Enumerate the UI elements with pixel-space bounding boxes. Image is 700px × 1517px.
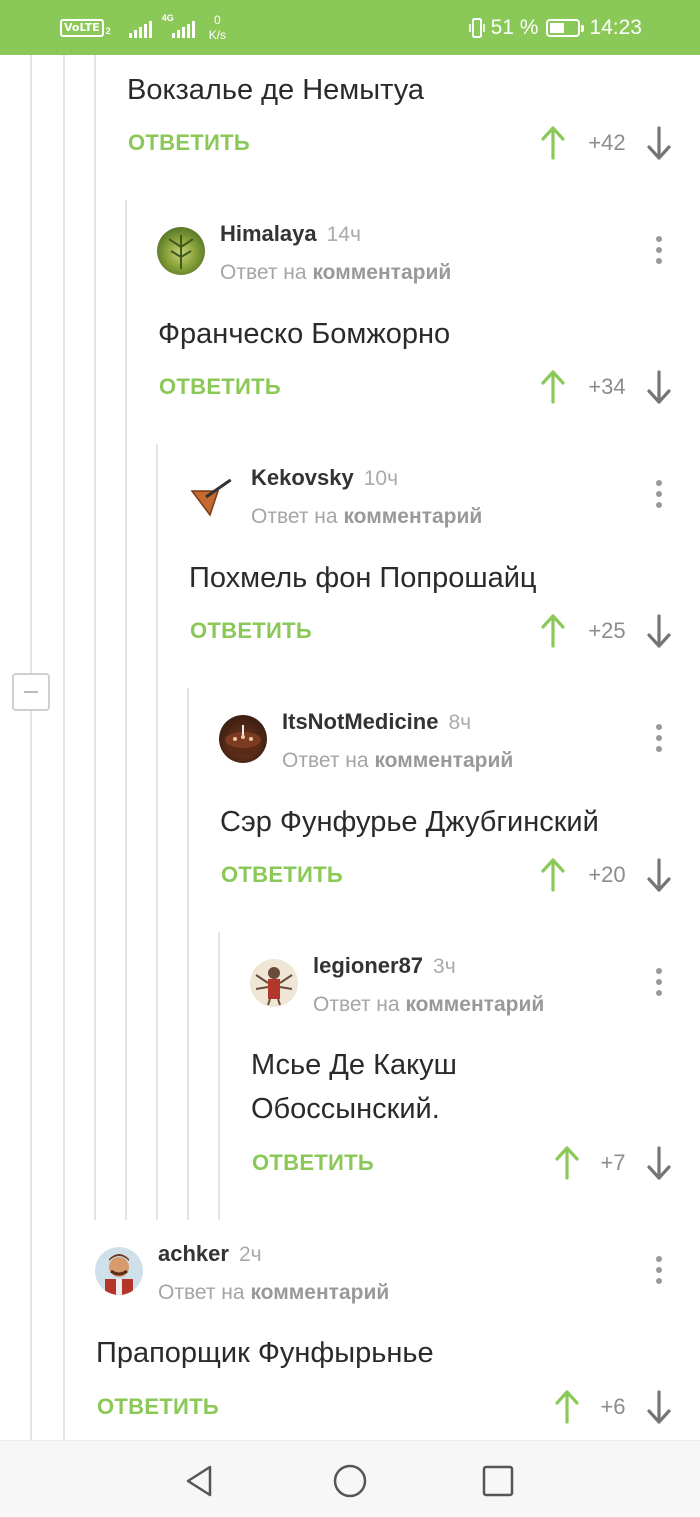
status-bar: VoLTE 2 4G 0 K/s 51 % 14:23 bbox=[0, 0, 700, 55]
thread-line bbox=[30, 55, 32, 673]
status-right: 51 % 14:23 bbox=[468, 14, 642, 42]
avatar[interactable] bbox=[219, 715, 267, 763]
more-icon[interactable] bbox=[654, 1256, 664, 1286]
network-speed: 0 K/s bbox=[208, 13, 227, 42]
comment-text: Мсье Де Какуш Обоссынский. bbox=[251, 1049, 457, 1125]
downvote-icon[interactable] bbox=[646, 370, 672, 404]
score: +6 bbox=[600, 1394, 626, 1419]
more-icon[interactable] bbox=[654, 236, 664, 266]
comment-time: 10ч bbox=[363, 467, 399, 490]
comment-time: 14ч bbox=[326, 223, 361, 246]
upvote-icon[interactable] bbox=[540, 614, 566, 648]
reply-button[interactable]: ОТВЕТИТЬ bbox=[252, 1150, 374, 1176]
navigation-bar bbox=[0, 1440, 700, 1517]
score: +42 bbox=[588, 130, 626, 155]
downvote-icon[interactable] bbox=[646, 1390, 672, 1424]
more-icon[interactable] bbox=[654, 968, 664, 998]
thread-line bbox=[218, 932, 220, 1220]
reply-to[interactable]: Ответ на комментарий bbox=[282, 749, 513, 773]
comment-text: Вокзалье де Немытуа bbox=[127, 74, 424, 106]
comment-text: Похмель фон Попрошайц bbox=[189, 562, 537, 594]
home-icon[interactable] bbox=[330, 1461, 370, 1501]
thread-line bbox=[125, 200, 127, 1220]
upvote-icon[interactable] bbox=[540, 858, 566, 892]
avatar[interactable] bbox=[157, 227, 205, 275]
upvote-icon[interactable] bbox=[540, 126, 566, 160]
score: +7 bbox=[600, 1150, 626, 1175]
comment-time: 8ч bbox=[448, 711, 472, 734]
more-icon[interactable] bbox=[654, 480, 664, 510]
thread-line bbox=[94, 55, 96, 1220]
upvote-icon[interactable] bbox=[554, 1390, 580, 1424]
score: +20 bbox=[588, 862, 626, 887]
reply-button[interactable]: ОТВЕТИТЬ bbox=[97, 1394, 219, 1420]
reply-button[interactable]: ОТВЕТИТЬ bbox=[221, 862, 343, 888]
upvote-icon[interactable] bbox=[540, 370, 566, 404]
downvote-icon[interactable] bbox=[646, 614, 672, 648]
username[interactable]: Kekovsky 10ч bbox=[251, 465, 398, 491]
back-icon[interactable] bbox=[180, 1461, 220, 1501]
recents-icon[interactable] bbox=[478, 1461, 518, 1501]
reply-button[interactable]: ОТВЕТИТЬ bbox=[128, 130, 250, 156]
reply-to[interactable]: Ответ на комментарий bbox=[220, 261, 451, 285]
upvote-icon[interactable] bbox=[554, 1146, 580, 1180]
score: +34 bbox=[588, 374, 626, 399]
avatar[interactable] bbox=[188, 471, 236, 519]
network-type: 4G bbox=[161, 13, 174, 23]
reply-to[interactable]: Ответ на комментарий bbox=[158, 1281, 389, 1305]
avatar[interactable] bbox=[250, 959, 298, 1007]
signal-icon-2 bbox=[171, 18, 197, 38]
score: +25 bbox=[588, 618, 626, 643]
comment-text: Прапорщик Фунфырьнье bbox=[96, 1337, 434, 1369]
clock: 14:23 bbox=[589, 16, 642, 39]
thread-line bbox=[187, 688, 189, 1220]
signal-icon bbox=[128, 18, 154, 38]
comment-time: 2ч bbox=[238, 1243, 262, 1266]
volte-icon: VoLTE bbox=[60, 19, 104, 37]
battery-percent: 51 % bbox=[490, 16, 539, 39]
collapse-icon[interactable] bbox=[12, 673, 50, 711]
reply-to[interactable]: Ответ на комментарий bbox=[313, 993, 544, 1017]
comment-time: 3ч bbox=[433, 955, 456, 978]
reply-button[interactable]: ОТВЕТИТЬ bbox=[190, 618, 312, 644]
comment-text: Сэр Фунфурье Джубгинский bbox=[220, 806, 599, 838]
vibrate-icon bbox=[468, 18, 485, 38]
avatar[interactable] bbox=[95, 1247, 143, 1295]
downvote-icon[interactable] bbox=[646, 1146, 672, 1180]
downvote-icon[interactable] bbox=[646, 858, 672, 892]
reply-button[interactable]: ОТВЕТИТЬ bbox=[159, 374, 281, 400]
username[interactable]: achker 2ч bbox=[158, 1241, 262, 1267]
sim-number: 2 bbox=[105, 26, 111, 36]
username[interactable]: legioner87 3ч bbox=[313, 953, 456, 979]
more-icon[interactable] bbox=[654, 724, 664, 754]
status-left: VoLTE 2 4G 0 K/s bbox=[60, 10, 226, 46]
username[interactable]: ItsNotMedicine 8ч bbox=[282, 709, 471, 735]
thread-line bbox=[63, 55, 65, 1440]
downvote-icon[interactable] bbox=[646, 126, 672, 160]
comment-text: Франческо Бомжорно bbox=[158, 318, 451, 350]
username[interactable]: Himalaya 14ч bbox=[220, 221, 361, 247]
reply-to[interactable]: Ответ на комментарий bbox=[251, 505, 482, 529]
thread-line bbox=[156, 444, 158, 1220]
thread-line bbox=[30, 711, 32, 1440]
battery-icon bbox=[546, 19, 585, 37]
